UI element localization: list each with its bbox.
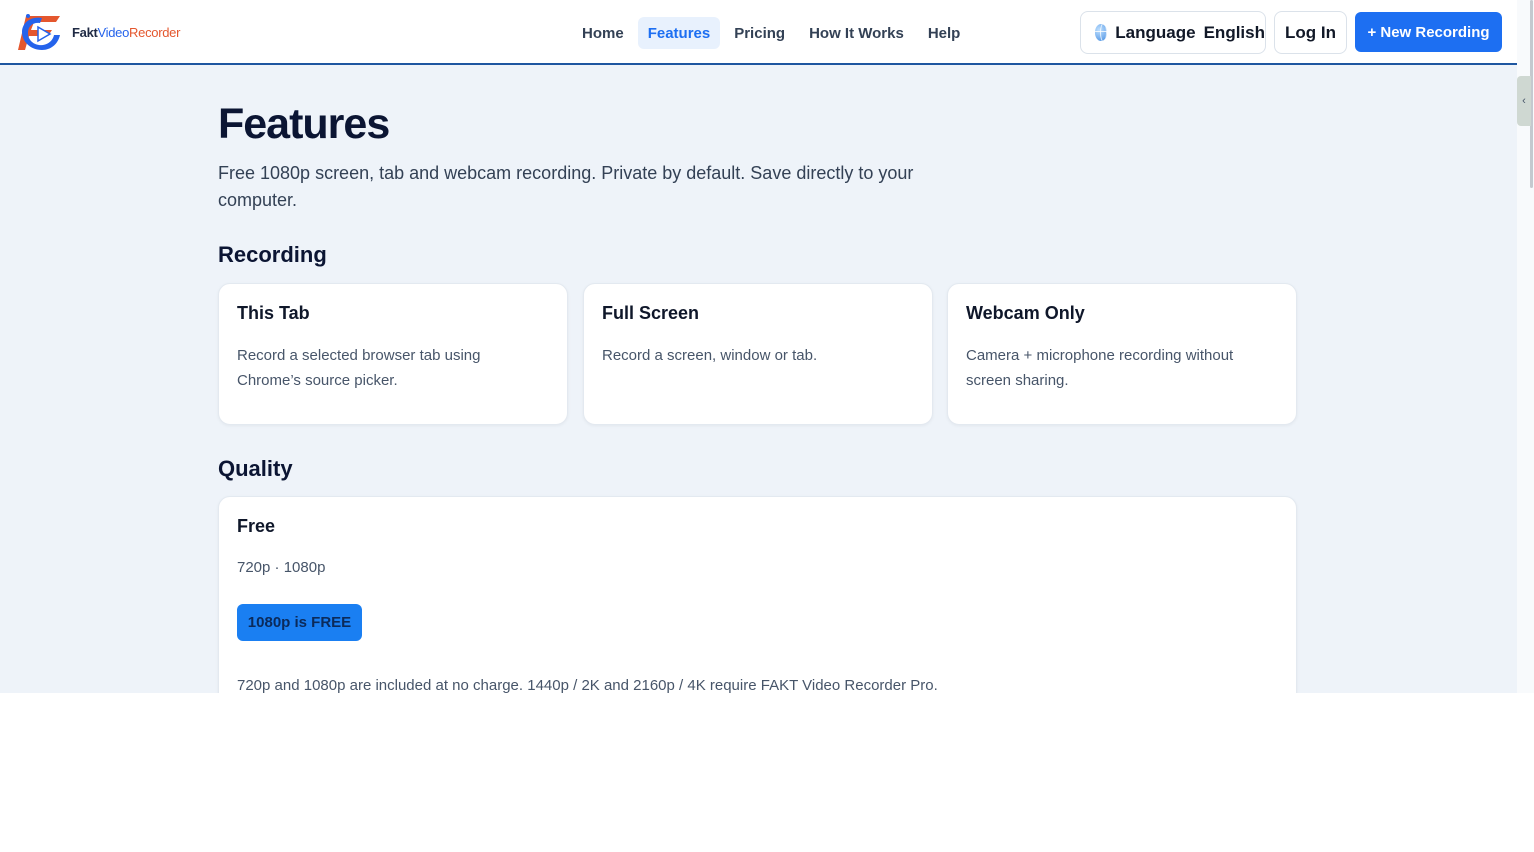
side-panel-tab[interactable]: ‹ [1517,76,1531,126]
card-title: Webcam Only [966,303,1085,323]
brand-name-part3: Recorder [129,24,181,40]
language-value: English [1203,22,1265,42]
site-header: FaktVideoRecorder Home Features Pricing … [0,0,1517,65]
fakt-logo-icon [18,14,60,50]
nav-help[interactable]: Help [918,17,971,49]
recording-card-this-tab[interactable]: This Tab Record a selected browser tab u… [218,283,568,425]
recording-card-full-screen[interactable]: Full Screen Record a screen, window or t… [583,283,933,425]
page-subtitle: Free 1080p screen, tab and webcam record… [218,163,914,210]
card-description: Camera + microphone recording without sc… [966,347,1234,389]
chevron-left-icon: ‹ [1522,95,1526,107]
globe-icon [1095,24,1108,41]
recording-heading: Recording [218,242,327,267]
brand-name-part1: Fakt [72,24,98,40]
page-viewport: FaktVideoRecorder Home Features Pricing … [0,0,1534,693]
card-description: Record a screen, window or tab. [602,347,818,364]
nav-features[interactable]: Features [637,17,721,49]
free-badge: 1080p is FREE [237,604,362,641]
login-button[interactable]: Log In [1274,11,1347,54]
resolution-list: 720p · 1080p [237,559,326,576]
recording-card-webcam-only[interactable]: Webcam Only Camera + microphone recordin… [947,283,1297,425]
quality-note: 720p and 1080p are included at no charge… [237,677,938,693]
quality-heading: Quality [218,456,293,481]
card-title: This Tab [237,303,310,323]
quality-card-free: Free 720p · 1080p 1080p is FREE 720p and… [218,496,1297,693]
language-selector[interactable]: Language English [1080,11,1266,54]
brand-name-part2: Video [97,24,130,40]
card-title: Full Screen [602,303,700,323]
brand-logo[interactable]: FaktVideoRecorder [16,10,180,54]
nav-home[interactable]: Home [572,17,634,49]
brand-name: FaktVideoRecorder [72,25,180,40]
page-title: Features [218,100,390,148]
nav-how-it-works[interactable]: How It Works [799,17,914,49]
main-nav: Home Features Pricing How It Works Help [572,17,970,49]
language-label: Language [1115,22,1196,42]
plan-title: Free [237,516,276,536]
nav-pricing[interactable]: Pricing [724,17,795,49]
new-recording-button[interactable]: + New Recording [1355,12,1502,52]
card-description: Record a selected browser tab using Chro… [237,347,481,389]
